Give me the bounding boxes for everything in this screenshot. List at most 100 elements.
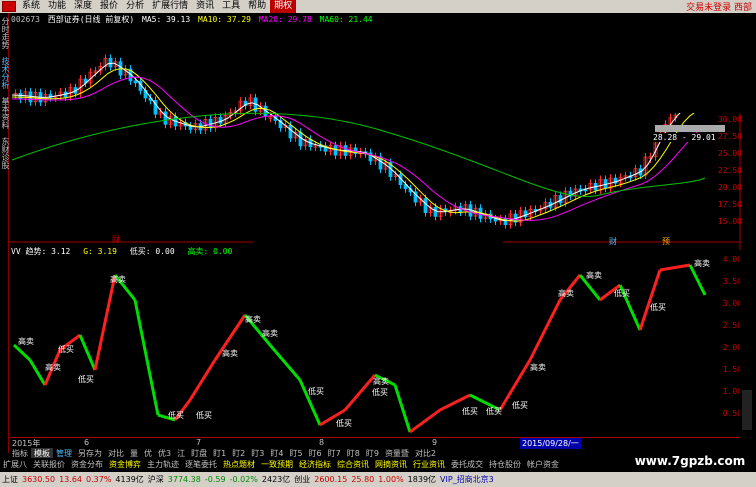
low-buy-label: 低买 xyxy=(372,387,388,397)
vertical-scrollbar[interactable] xyxy=(739,250,756,438)
indicator-segment xyxy=(280,358,287,364)
indicator-segment xyxy=(292,372,299,378)
indicator-segment xyxy=(668,266,673,270)
event-marker[interactable]: 财 xyxy=(112,234,120,245)
ma20-value: MA20: 29.78 xyxy=(258,15,312,24)
event-marker[interactable]: 预 xyxy=(662,236,670,247)
indicator-tab[interactable]: 资量暨 xyxy=(382,448,412,458)
indicator-tab[interactable]: 盯2 xyxy=(229,448,248,458)
indicator-segment xyxy=(519,369,526,376)
candle xyxy=(108,57,113,68)
sh-pct: 0.37% xyxy=(86,475,112,484)
extended-tab[interactable]: 资金分布 xyxy=(68,459,106,470)
indicator-segment xyxy=(445,404,450,409)
extended-tab[interactable]: 持仓股份 xyxy=(486,459,524,470)
indicator-segment xyxy=(25,355,32,362)
stock-code: 002673 xyxy=(11,15,40,24)
indicator-tab-strip: 指标 模板 管理 另存为 对比量优优3 江盯盘 盯1 盯2 盯3 盯4 盯5 盯6 盯7 盯8 盯9 资量暨对… xyxy=(9,448,439,458)
indicator-tab[interactable]: 盯4 xyxy=(267,448,286,458)
indicator-tab[interactable]: 指标 xyxy=(9,448,31,458)
indicator-tab[interactable]: 模板 xyxy=(31,448,53,458)
indicator-segment xyxy=(393,384,400,395)
indicator-segment xyxy=(201,374,207,381)
candle xyxy=(288,124,293,139)
indicator-segment xyxy=(107,288,114,303)
indicator-tab[interactable]: 对比 xyxy=(105,448,127,458)
extended-tab[interactable]: 委托成交 xyxy=(448,459,486,470)
vip-account[interactable]: VIP_招商北京3 xyxy=(438,474,496,485)
indicator-tab[interactable]: 盯5 xyxy=(286,448,305,458)
extended-tab[interactable]: 资金博弈 xyxy=(106,459,144,470)
date-label: 7 xyxy=(196,438,202,447)
indicator-tab[interactable]: 另存为 xyxy=(75,448,105,458)
indicator-segment xyxy=(310,405,316,413)
current-date: 2015/09/28/一 xyxy=(520,438,581,449)
extended-tab[interactable]: 行业资讯 xyxy=(410,459,448,470)
indicator-segment xyxy=(73,335,79,341)
indicator-segment xyxy=(501,399,508,406)
indicator-segment xyxy=(439,407,444,412)
indicator-tab[interactable]: 盯6 xyxy=(306,448,325,458)
hs-label[interactable]: 沪深 xyxy=(146,474,166,485)
indicator-segment xyxy=(604,292,610,297)
extended-tab[interactable]: 经济指标 xyxy=(296,459,334,470)
indicator-tab[interactable]: 优 xyxy=(141,448,155,458)
high-sell-label: 高卖 xyxy=(558,288,574,298)
indicator-tab[interactable]: 盯9 xyxy=(363,448,382,458)
extended-tab[interactable]: 主力轨迹 xyxy=(144,459,182,470)
indicator-tab[interactable]: 管理 xyxy=(53,448,75,458)
indicator-segment xyxy=(436,408,441,414)
indicator-segment xyxy=(662,267,667,271)
extended-tab[interactable]: 综合资讯 xyxy=(334,459,372,470)
indicator-segment xyxy=(683,264,688,268)
indicator-tab[interactable]: 优3 xyxy=(155,448,174,458)
extended-tab[interactable]: 逐笔委托 xyxy=(182,459,220,470)
indicator-segment xyxy=(99,328,106,344)
extended-tab[interactable]: 热点题材 xyxy=(220,459,258,470)
indicator-tab[interactable]: 盯1 xyxy=(210,448,229,458)
indicator-tab[interactable]: 盯盘 xyxy=(188,448,210,458)
event-marker[interactable]: 财 xyxy=(609,236,617,247)
indicator-segment xyxy=(677,265,682,269)
scrollbar-thumb[interactable] xyxy=(742,390,752,430)
candle xyxy=(18,92,23,100)
indicator-segment xyxy=(472,395,477,400)
low-buy-label: 低买 xyxy=(462,406,478,416)
indicator-tab[interactable]: 盯3 xyxy=(248,448,267,458)
indicator-tab[interactable]: 量 xyxy=(127,448,141,458)
indicator-segment xyxy=(145,357,151,373)
indicator-segment xyxy=(484,401,489,406)
extended-tab[interactable]: 一致预期 xyxy=(258,459,296,470)
indicator-segment xyxy=(289,368,296,374)
cy-label[interactable]: 创业 xyxy=(292,474,312,485)
indicator-tab[interactable]: 江 xyxy=(174,448,188,458)
indicator-segment xyxy=(228,332,235,339)
mask-middle xyxy=(253,227,503,259)
indicator-segment xyxy=(70,338,76,343)
indicator-segment xyxy=(312,411,319,420)
indicator-tab[interactable]: 盯8 xyxy=(344,448,363,458)
indicator-tab[interactable]: 盯7 xyxy=(325,448,344,458)
extended-tab[interactable]: 帐户资金 xyxy=(524,459,562,470)
extended-tab[interactable]: 关联报价 xyxy=(30,459,68,470)
extended-tab[interactable]: 网摘资讯 xyxy=(372,459,410,470)
indicator-segment xyxy=(271,347,278,353)
high-sell-value: 高卖: 0.00 xyxy=(187,247,233,256)
indicator-segment xyxy=(552,305,559,313)
indicator-segment xyxy=(210,359,217,366)
indicator-segment xyxy=(216,350,223,357)
indicator-segment xyxy=(391,382,396,387)
ma60-line xyxy=(11,112,706,198)
hs-pct: -0.02% xyxy=(229,475,258,484)
candle xyxy=(423,198,428,213)
indicator-segment xyxy=(262,336,269,343)
indicator-segment xyxy=(451,401,456,406)
date-label: 6 xyxy=(84,438,90,447)
sh-label[interactable]: 上证 xyxy=(0,474,20,485)
low-buy-label: 低买 xyxy=(168,410,184,420)
extended-tab[interactable]: 扩展八 xyxy=(0,459,30,470)
indicator-segment xyxy=(355,391,362,397)
indicator-segment xyxy=(182,403,189,409)
indicator-segment xyxy=(388,380,393,385)
indicator-tab[interactable]: 对比2 xyxy=(412,448,439,458)
